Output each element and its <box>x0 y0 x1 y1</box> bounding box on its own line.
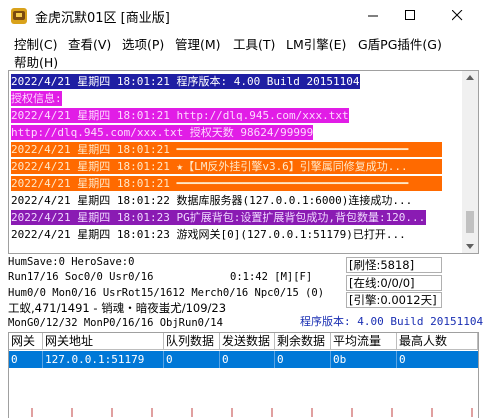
status-hum: Hum0/0 Mon0/16 UsrRot15/1612 Merch0/16 N… <box>8 287 325 299</box>
close-button[interactable] <box>434 0 480 31</box>
window-title: 金虎沉默01区 [商业版] <box>35 11 170 26</box>
table-border-stripes <box>31 408 473 417</box>
log-line[interactable]: 授权信息: <box>11 91 62 106</box>
table-header[interactable]: 平均流量 <box>331 333 397 350</box>
log-line[interactable]: 2022/4/21 星期四 18:01:21 ━━━━━━━━━━━━━━━━━… <box>11 176 442 191</box>
log-line[interactable]: 2022/4/21 星期四 18:01:21 ★【LM反外挂引擎v3.6】引擎属… <box>11 159 442 174</box>
menu-view[interactable]: 查看(V) <box>68 34 111 53</box>
table-header[interactable]: 队列数据 <box>164 333 220 350</box>
scroll-down-arrow-icon[interactable] <box>466 244 474 249</box>
table-header[interactable]: 发送数据 <box>220 333 275 350</box>
log-line[interactable]: 2022/4/21 星期四 18:01:21 程序版本: 4.00 Build … <box>11 74 360 89</box>
table-cell[interactable]: 0b <box>331 351 397 368</box>
maximize-button[interactable] <box>387 0 433 31</box>
table-cell[interactable]: 0 <box>397 351 478 368</box>
table-cell[interactable]: 0 <box>275 351 331 368</box>
status-mon: MonG0/12/32 MonP0/16/16 ObjRun0/14 <box>8 317 223 329</box>
status-run: Run17/16 Soc0/0 Usr0/16 <box>8 271 154 283</box>
scrollbar-thumb[interactable] <box>466 211 474 233</box>
menu-options[interactable]: 选项(P) <box>122 34 164 53</box>
log-line[interactable]: 2022/4/21 星期四 18:01:23 游戏网关[0](127.0.0.1… <box>11 227 406 242</box>
maximize-icon <box>405 10 415 20</box>
title-bar[interactable]: 金虎沉默01区 [商业版] <box>0 0 487 31</box>
table-cell[interactable]: 0 <box>164 351 220 368</box>
status-save: HumSave:0 HeroSave:0 <box>8 256 135 268</box>
log-panel[interactable]: 2022/4/21 星期四 18:01:21 程序版本: 4.00 Build … <box>8 70 479 254</box>
table-cell[interactable]: 0 <box>220 351 275 368</box>
menu-manage[interactable]: 管理(M) <box>175 34 221 53</box>
status-time: 0:1:42 [M][F] <box>230 271 313 283</box>
log-line[interactable]: http://dlq.945.com/xxx.txt 授权天数 98624/99… <box>11 125 314 140</box>
log-line[interactable]: 2022/4/21 星期四 18:01:21 ━━━━━━━━━━━━━━━━━… <box>11 142 442 157</box>
menu-tools[interactable]: 工具(T) <box>233 34 275 53</box>
scroll-up-arrow-icon[interactable] <box>466 75 474 80</box>
log-scrollbar[interactable] <box>462 71 478 253</box>
menu-bar: 控制(C) 查看(V) 选项(P) 管理(M) 工具(T) LM引擎(E) G盾… <box>0 31 480 70</box>
refresh-monster-counter: [刷怪:5818] <box>346 257 442 273</box>
close-icon <box>452 10 463 21</box>
status-map: 工蚁,471/1491 - 销魂・暗夜蚩尤/109/23 <box>8 301 227 315</box>
menu-help[interactable]: 帮助(H) <box>14 52 58 71</box>
table-cell[interactable]: 127.0.0.1:51179 <box>43 351 164 368</box>
engine-counter: [引擎:0.0012天] <box>346 292 442 308</box>
log-line[interactable]: 2022/4/21 星期四 18:01:22 数据库服务器(127.0.0.1:… <box>11 193 412 208</box>
online-counter: [在线:0/0/0] <box>346 275 442 291</box>
menu-gdun-plugin[interactable]: G盾PG插件(G) <box>358 34 442 53</box>
table-header[interactable]: 最高人数 <box>397 333 478 350</box>
menu-control[interactable]: 控制(C) <box>14 34 57 53</box>
app-icon <box>11 8 27 24</box>
table-header[interactable]: 网关地址 <box>43 333 164 350</box>
log-line[interactable]: 2022/4/21 星期四 18:01:21 http://dlq.945.co… <box>11 108 349 123</box>
table-cell[interactable]: 0 <box>9 351 43 368</box>
gateway-table: 网关 网关地址 队列数据 发送数据 剩余数据 平均流量 最高人数 0 127.0… <box>8 332 479 418</box>
table-header[interactable]: 网关 <box>9 333 43 350</box>
menu-lm-engine[interactable]: LM引擎(E) <box>286 34 346 53</box>
table-header[interactable]: 剩余数据 <box>275 333 331 350</box>
minimize-icon <box>368 15 378 17</box>
program-version: 程序版本: 4.00 Build 20151104 <box>300 315 484 328</box>
log-line[interactable]: 2022/4/21 星期四 18:01:23 PG扩展背包:设置扩展背包成功,背… <box>11 210 426 225</box>
